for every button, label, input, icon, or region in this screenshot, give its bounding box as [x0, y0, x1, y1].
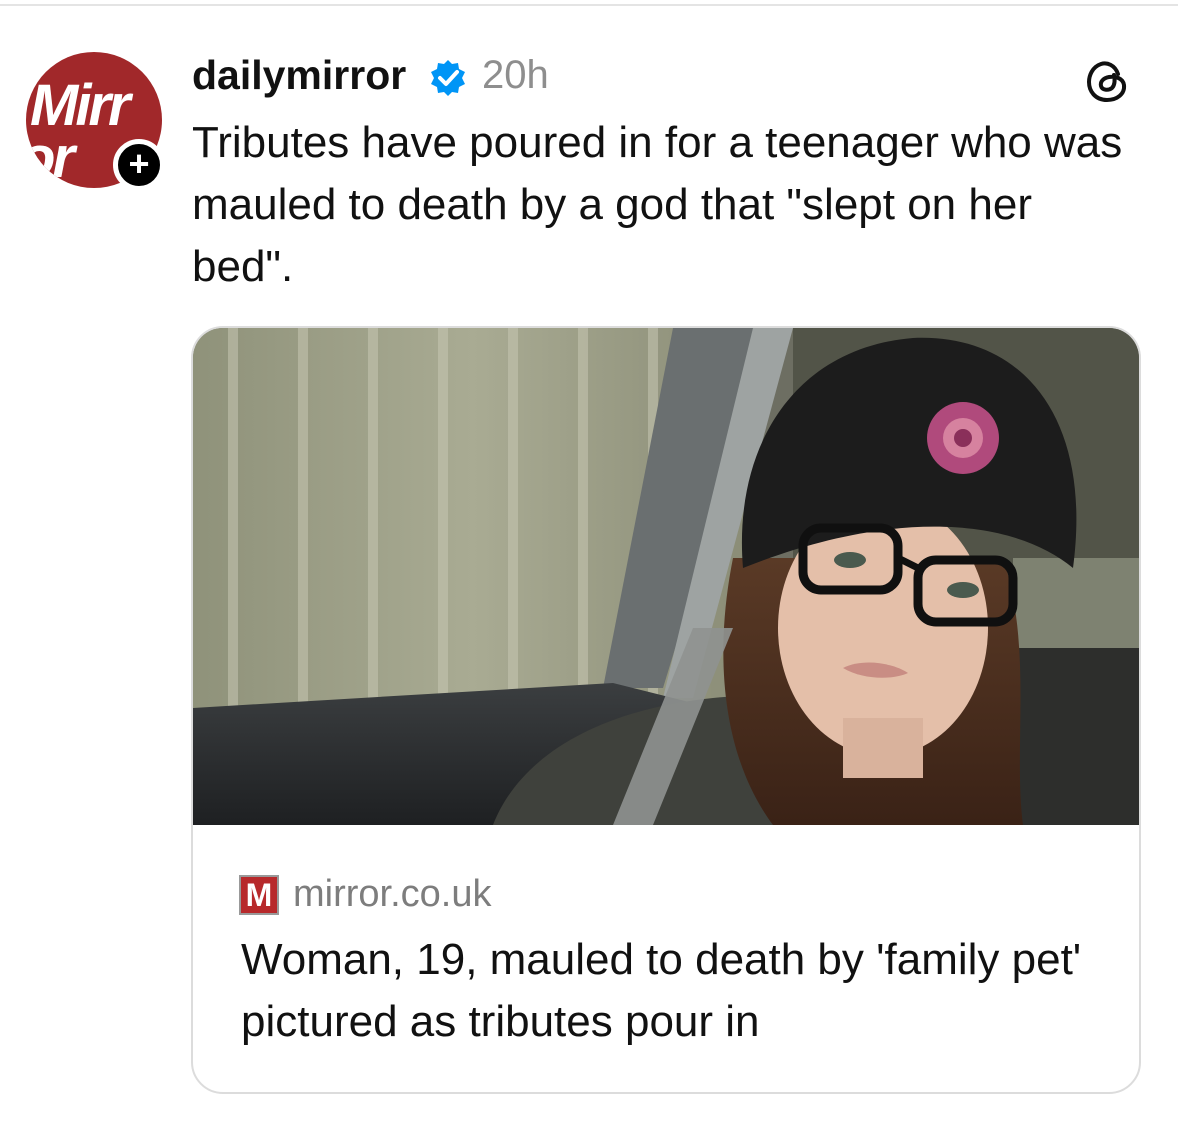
mirror-favicon-icon: M: [239, 875, 279, 915]
article-photo[interactable]: [193, 328, 1139, 825]
article-title[interactable]: Woman, 19, mauled to death by 'family pe…: [241, 929, 1101, 1053]
link-preview-card[interactable]: M mirror.co.uk Woman, 19, mauled to deat…: [191, 326, 1141, 1094]
avatar-logo-text-2: or: [26, 125, 75, 188]
follow-button[interactable]: +: [113, 139, 165, 191]
threads-logo-icon[interactable]: [1082, 56, 1132, 106]
article-photo-illustration: [193, 328, 1139, 825]
top-divider: [0, 4, 1178, 6]
post-timestamp: 20h: [482, 53, 549, 97]
verified-badge-icon: [431, 60, 465, 96]
username[interactable]: dailymirror: [192, 50, 406, 100]
post-text: Tributes have poured in for a teenager w…: [192, 118, 1123, 291]
source-domain[interactable]: mirror.co.uk: [293, 871, 491, 917]
